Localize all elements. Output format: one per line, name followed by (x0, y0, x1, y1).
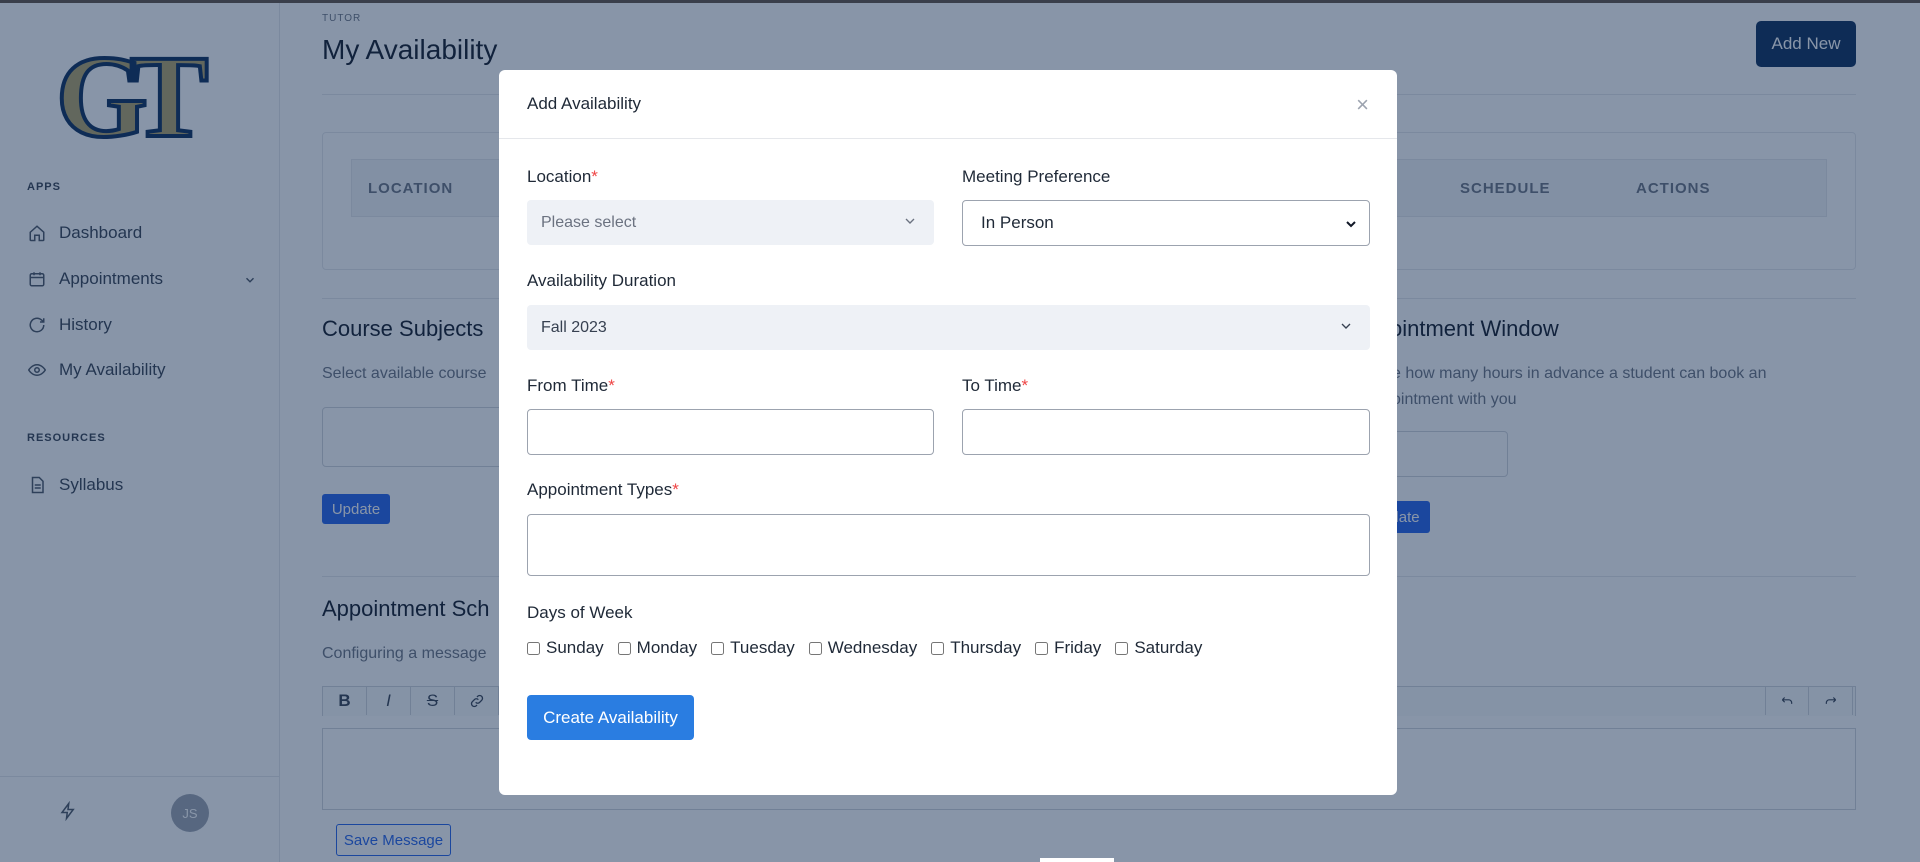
required-marker: * (608, 376, 615, 395)
day-checkbox[interactable] (527, 641, 540, 655)
from-time-label: From Time* (527, 376, 615, 396)
day-label: Monday (636, 638, 698, 657)
day-saturday[interactable]: Saturday (1115, 638, 1202, 658)
days-of-week-group: Sunday Monday Tuesday Wednesday Thursday… (527, 638, 1216, 658)
day-checkbox[interactable] (931, 641, 945, 655)
scroll-indicator (1040, 858, 1114, 862)
close-icon[interactable]: × (1356, 92, 1369, 118)
required-marker: * (591, 167, 598, 186)
chevron-down-icon (1338, 318, 1354, 339)
meeting-preference-value: In Person (981, 213, 1054, 232)
appointment-types-label-text: Appointment Types (527, 480, 673, 499)
day-checkbox[interactable] (711, 641, 725, 655)
chevron-down-icon (902, 213, 918, 234)
day-label: Sunday (546, 638, 604, 657)
availability-duration-value: Fall 2023 (541, 318, 607, 336)
location-placeholder: Please select (541, 213, 637, 231)
create-availability-button[interactable]: Create Availability (527, 695, 694, 740)
day-label: Friday (1054, 638, 1102, 657)
day-checkbox[interactable] (617, 641, 631, 655)
appointment-types-label: Appointment Types* (527, 480, 679, 500)
modal-header: Add Availability × (499, 70, 1397, 139)
day-wednesday[interactable]: Wednesday (808, 638, 918, 658)
day-tuesday[interactable]: Tuesday (711, 638, 795, 658)
location-select[interactable]: Please select (527, 200, 934, 245)
to-time-label: To Time* (962, 376, 1028, 396)
location-label-text: Location (527, 167, 592, 186)
availability-duration-select[interactable]: Fall 2023 (527, 305, 1370, 350)
required-marker: * (1021, 376, 1029, 395)
from-time-input[interactable] (527, 409, 934, 455)
chevron-down-icon (1343, 216, 1359, 237)
days-of-week-label: Days of Week (527, 603, 633, 622)
modal-title: Add Availability (527, 94, 642, 113)
meeting-preference-label: Meeting Preference (962, 167, 1111, 186)
add-availability-modal: Add Availability × Location* Please sele… (499, 70, 1397, 795)
meeting-preference-select[interactable]: In Person (962, 200, 1370, 246)
day-label: Tuesday (730, 638, 795, 657)
day-label: Thursday (950, 638, 1022, 657)
to-time-input[interactable] (962, 409, 1370, 455)
day-label: Wednesday (827, 638, 918, 657)
to-time-label-text: To Time (962, 376, 1022, 395)
required-marker: * (672, 480, 679, 499)
day-thursday[interactable]: Thursday (931, 638, 1021, 658)
day-friday[interactable]: Friday (1035, 638, 1101, 658)
day-checkbox[interactable] (808, 641, 822, 655)
day-monday[interactable]: Monday (617, 638, 698, 658)
day-checkbox[interactable] (1115, 641, 1129, 655)
appointment-types-input[interactable] (527, 514, 1370, 576)
location-label: Location* (527, 167, 598, 187)
day-checkbox[interactable] (1035, 641, 1049, 655)
availability-duration-label: Availability Duration (527, 271, 676, 290)
day-sunday[interactable]: Sunday (527, 638, 604, 658)
from-time-label-text: From Time (527, 376, 609, 395)
day-label: Saturday (1134, 638, 1203, 657)
